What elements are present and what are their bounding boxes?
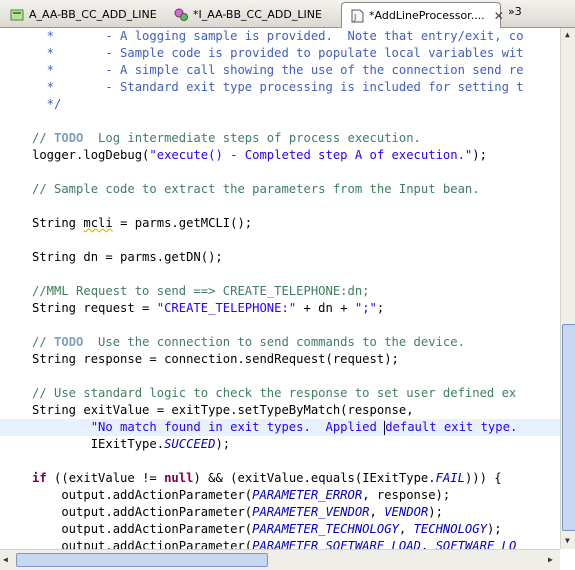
overview-ruler	[0, 28, 20, 549]
current-code-line: "No match found in exit types. Applied d…	[0, 419, 560, 436]
tab-label: *AddLineProcessor....	[369, 9, 485, 22]
vertical-scroll-thumb[interactable]	[562, 324, 575, 531]
editor-tab-bar: A_AA-BB_CC_ADD_LINE *I_AA-BB_CC_ADD_LINE…	[0, 0, 575, 28]
vertical-scrollbar[interactable]: ▲ ▼	[560, 28, 575, 549]
code-line: output.addActionParameter(PARAMETER_SOFT…	[32, 539, 517, 549]
gear-icon	[174, 8, 188, 22]
code-line: String mcli = parms.getMCLI();	[32, 216, 253, 230]
code-line: */	[32, 97, 62, 111]
code-line: output.addActionParameter(PARAMETER_VEND…	[32, 505, 443, 519]
code-line: // TODO Use the connection to send comma…	[32, 335, 465, 349]
code-line: String response = connection.sendRequest…	[32, 352, 399, 366]
code-line: if ((exitValue != null) && (exitValue.eq…	[32, 471, 502, 485]
code-line: // Use standard logic to check the respo…	[32, 386, 517, 400]
tab-label: *I_AA-BB_CC_ADD_LINE	[193, 8, 322, 21]
tab-addlineprocessor[interactable]: J *AddLineProcessor.... ✕	[341, 2, 504, 28]
code-line: * - Standard exit type processing is inc…	[32, 80, 524, 94]
tab-i-add-line[interactable]: *I_AA-BB_CC_ADD_LINE	[166, 3, 336, 26]
code-line: * - Sample code is provided to populate …	[32, 46, 524, 60]
scroll-down-icon[interactable]: ▼	[565, 536, 570, 545]
scroll-right-icon[interactable]: ▶	[548, 555, 553, 564]
code-line: // Sample code to extract the parameters…	[32, 182, 480, 196]
code-editor[interactable]: * - A logging sample is provided. Note t…	[0, 28, 560, 549]
close-icon[interactable]: ✕	[494, 9, 504, 23]
code-line: * - A logging sample is provided. Note t…	[32, 29, 524, 43]
svg-text:J: J	[353, 13, 356, 22]
code-line: // TODO Log intermediate steps of proces…	[32, 131, 421, 145]
scroll-left-icon[interactable]: ◀	[3, 555, 8, 564]
java-file-icon: J	[350, 9, 364, 23]
code-line: logger.logDebug("execute() - Completed s…	[32, 148, 487, 162]
horizontal-scroll-thumb[interactable]	[16, 553, 268, 567]
code-line: output.addActionParameter(PARAMETER_ERRO…	[32, 488, 451, 502]
code-line: //MML Request to send ==> CREATE_TELEPHO…	[32, 284, 370, 298]
code-line: IExitType.SUCCEED);	[32, 437, 231, 451]
code-line: String exitValue = exitType.setTypeByMat…	[32, 403, 414, 417]
tab-label: A_AA-BB_CC_ADD_LINE	[29, 8, 157, 21]
horizontal-scrollbar[interactable]: ◀ ▶	[0, 549, 560, 570]
scroll-up-icon[interactable]: ▲	[565, 30, 570, 39]
code-line: String request = "CREATE_TELEPHONE:" + d…	[32, 301, 385, 315]
code-line: output.addActionParameter(PARAMETER_TECH…	[32, 522, 502, 536]
code-line: String dn = parms.getDN();	[32, 250, 223, 264]
diagram-icon	[10, 8, 24, 22]
tab-overflow-button[interactable]: »3	[508, 5, 522, 18]
code-line: * - A simple call showing the use of the…	[32, 63, 524, 77]
tab-a-add-line[interactable]: A_AA-BB_CC_ADD_LINE	[2, 3, 162, 26]
